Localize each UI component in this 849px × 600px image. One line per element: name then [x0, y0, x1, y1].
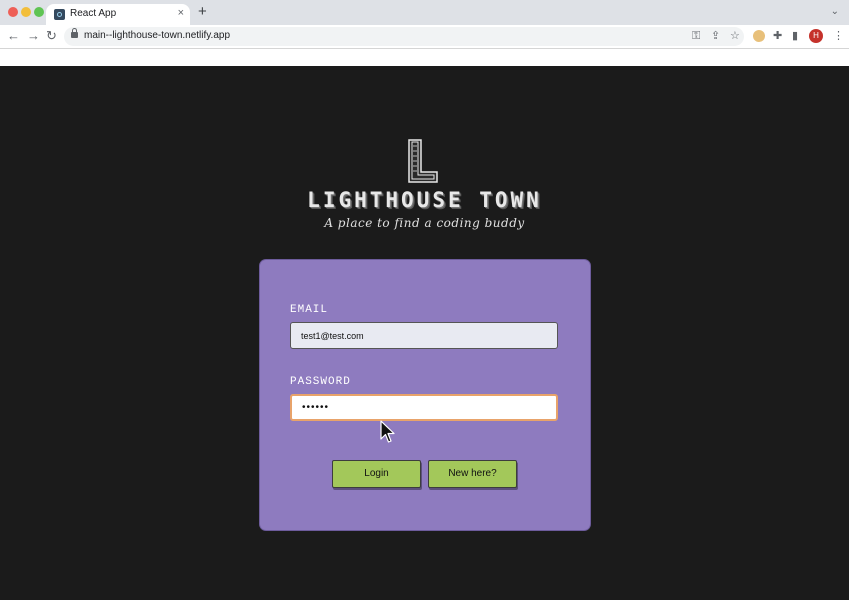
page-top-band [0, 49, 849, 66]
minimize-window-button[interactable] [21, 7, 31, 17]
lock-icon[interactable] [71, 28, 78, 38]
tab-search-icon[interactable]: ⌄ [831, 6, 839, 17]
lighthouse-logo-icon [408, 139, 438, 183]
maximize-window-button[interactable] [34, 7, 44, 17]
key-icon[interactable]: ⚿ [692, 29, 700, 44]
star-icon[interactable]: ☆ [730, 29, 740, 44]
brand-title: LIGHTHOUSE TOWN [307, 188, 542, 212]
url-text[interactable]: main--lighthouse-town.netlify.app [84, 30, 230, 41]
extension-avatar-icon[interactable] [753, 30, 765, 42]
password-label: PASSWORD [290, 376, 351, 388]
kebab-menu-icon[interactable]: ⋮ [833, 29, 844, 44]
login-button[interactable]: Login [332, 460, 421, 488]
forward-arrow-icon[interactable]: → [27, 28, 40, 44]
back-arrow-icon[interactable]: ← [7, 28, 20, 44]
puzzle-icon[interactable]: ✚ [773, 29, 782, 44]
password-field[interactable] [290, 394, 558, 421]
browser-tab-strip: React App × + ⌄ [0, 0, 849, 25]
address-bar[interactable]: main--lighthouse-town.netlify.app ⚿ ⇪ ☆ [64, 27, 744, 46]
email-field[interactable] [290, 322, 558, 349]
close-window-button[interactable] [8, 7, 18, 17]
react-favicon-icon [54, 9, 65, 20]
share-icon[interactable]: ⇪ [711, 29, 720, 44]
login-card: EMAIL PASSWORD Login New here? [260, 260, 590, 530]
brand-tagline: A place to find a coding buddy [324, 216, 525, 230]
page-background: LIGHTHOUSE TOWN A place to find a coding… [0, 66, 849, 600]
mouse-pointer-icon [380, 420, 395, 443]
reload-icon[interactable]: ↻ [46, 28, 57, 44]
signup-button[interactable]: New here? [428, 460, 517, 488]
tab-title: React App [70, 8, 117, 19]
tab-close-icon[interactable]: × [178, 7, 184, 19]
new-tab-button[interactable]: + [198, 3, 207, 21]
sidebar-icon[interactable]: ▮ [792, 29, 798, 44]
browser-tab[interactable]: React App × [46, 4, 190, 25]
browser-toolbar: ← → ↻ main--lighthouse-town.netlify.app … [0, 25, 849, 49]
profile-avatar[interactable]: H [809, 29, 823, 43]
email-label: EMAIL [290, 304, 329, 316]
